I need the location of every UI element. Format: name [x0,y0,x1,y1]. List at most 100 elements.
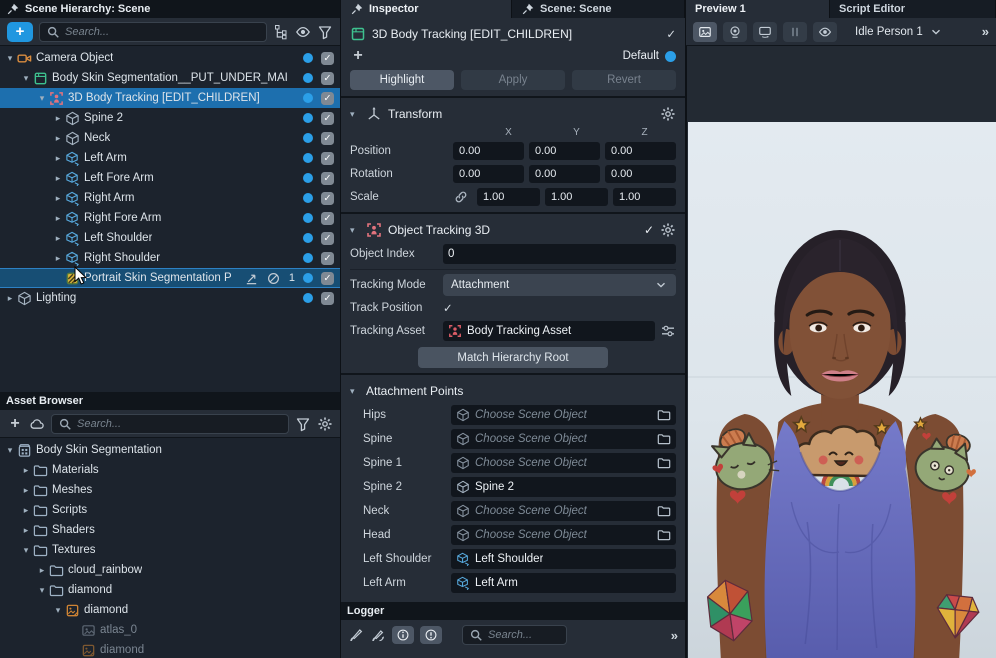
prefab-variant-dot[interactable] [665,51,676,62]
warning-filter-button[interactable] [420,626,442,644]
scene-object-field[interactable]: Choose Scene Object [451,405,676,425]
enabled-checkbox[interactable] [321,172,334,185]
add-component-button[interactable]: + [350,48,366,64]
expand-chevron[interactable]: ▾ [52,605,64,616]
logger-expand-icon[interactable]: » [671,628,678,643]
track-position-checkbox[interactable] [443,301,453,315]
expand-chevron[interactable]: ▸ [52,233,64,244]
gear-icon[interactable] [660,106,676,122]
expand-chevron[interactable]: ▸ [20,525,32,536]
add-asset-button[interactable]: + [7,416,23,432]
value-x-input[interactable]: 0.00 [453,165,524,183]
broom-play-icon[interactable] [370,627,386,643]
render-layer-dot[interactable] [303,233,313,243]
scene-object-field[interactable]: Left Arm [451,573,676,593]
value-z-input[interactable]: 0.00 [605,165,676,183]
enabled-checkbox[interactable] [321,52,334,65]
enabled-checkbox[interactable] [321,112,334,125]
value-z-input[interactable]: 1.00 [613,188,676,206]
folder-small-icon[interactable] [657,504,671,518]
value-y-input[interactable]: 0.00 [529,165,600,183]
tree-icon[interactable] [273,24,289,40]
screen-transform-icon[interactable] [244,271,259,286]
hierarchy-row[interactable]: Portrait Skin Segmentation P 1 [0,268,340,288]
expand-chevron[interactable]: ▸ [20,505,32,516]
object-tracking-section-header[interactable]: ▾ Object Tracking 3D [350,218,676,242]
asset-search-input[interactable]: Search... [51,414,289,434]
render-layer-dot[interactable] [303,73,313,83]
hierarchy-row[interactable]: ▸ Right Fore Arm [0,208,340,228]
value-x-input[interactable]: 1.00 [477,188,540,206]
preview-expand-icon[interactable]: » [982,24,989,39]
expand-chevron[interactable]: ▾ [20,73,32,84]
asset-row[interactable]: atlas_0 [0,620,340,640]
asset-row[interactable]: ▸ Shaders [0,520,340,540]
attachment-points-header[interactable]: ▾ Attachment Points [350,379,676,403]
render-layer-dot[interactable] [303,293,313,303]
broom-icon[interactable] [348,627,364,643]
match-hierarchy-root-button[interactable]: Match Hierarchy Root [418,347,608,368]
enabled-checkbox[interactable] [321,152,334,165]
asset-row[interactable]: ▸ Materials [0,460,340,480]
render-layer-dot[interactable] [303,53,313,63]
render-layer-dot[interactable] [303,273,313,283]
expand-chevron[interactable]: ▸ [4,293,16,304]
render-layer-dot[interactable] [303,213,313,223]
tune-icon[interactable] [660,323,676,339]
value-y-input[interactable]: 0.00 [529,142,600,160]
add-object-button[interactable]: + [7,22,33,42]
filter-icon[interactable] [317,24,333,40]
image-mode-button[interactable] [693,22,717,42]
pause-button[interactable] [783,22,807,42]
hierarchy-row[interactable]: ▾ Body Skin Segmentation__PUT_UNDER_MAI [0,68,340,88]
render-layer-dot[interactable] [303,113,313,123]
hierarchy-row[interactable]: ▸ Neck [0,128,340,148]
object-enabled-checkbox[interactable] [666,27,676,41]
webcam-mode-button[interactable] [723,22,747,42]
asset-row[interactable]: ▾ diamond [0,600,340,620]
hierarchy-row[interactable]: ▾ Camera Object [0,48,340,68]
value-y-input[interactable]: 1.00 [545,188,608,206]
expand-chevron[interactable]: ▸ [52,253,64,264]
gear-icon[interactable] [317,416,333,432]
hierarchy-row[interactable]: ▸ Lighting [0,288,340,308]
pin-icon[interactable] [521,2,535,16]
enabled-checkbox[interactable] [321,292,334,305]
scene-object-field[interactable]: Choose Scene Object [451,501,676,521]
object-index-input[interactable]: 0 [443,244,676,264]
asset-row[interactable]: diamond [0,640,340,658]
hierarchy-row[interactable]: ▸ Left Fore Arm [0,168,340,188]
tab-script-editor[interactable]: Script Editor [830,0,996,18]
folder-small-icon[interactable] [657,528,671,542]
hierarchy-row[interactable]: ▸ Left Shoulder [0,228,340,248]
expand-chevron[interactable]: ▾ [4,53,16,64]
folder-small-icon[interactable] [657,432,671,446]
value-z-input[interactable]: 0.00 [605,142,676,160]
hierarchy-search-input[interactable]: Search... [39,22,267,42]
asset-row[interactable]: ▸ Meshes [0,480,340,500]
expand-chevron[interactable]: ▾ [4,445,16,456]
link-icon[interactable] [453,189,472,205]
expand-chevron[interactable]: ▸ [52,193,64,204]
render-layer-dot[interactable] [303,153,313,163]
revert-button[interactable]: Revert [572,70,676,90]
tracking-asset-field[interactable]: Body Tracking Asset [443,321,655,341]
enabled-checkbox[interactable] [321,212,334,225]
hierarchy-row[interactable]: ▸ Right Arm [0,188,340,208]
asset-row[interactable]: ▾ Body Skin Segmentation [0,440,340,460]
filter-icon[interactable] [295,416,311,432]
expand-chevron[interactable]: ▸ [52,213,64,224]
hierarchy-row[interactable]: ▸ Spine 2 [0,108,340,128]
folder-small-icon[interactable] [657,408,671,422]
expand-chevron[interactable]: ▾ [20,545,32,556]
cloud-icon[interactable] [29,416,45,432]
preview-viewport[interactable] [686,46,996,658]
expand-chevron[interactable]: ▸ [20,465,32,476]
tracking-mode-select[interactable]: Attachment [443,274,676,296]
scene-object-field[interactable]: Choose Scene Object [451,429,676,449]
asset-row[interactable]: ▸ Scripts [0,500,340,520]
pin-icon[interactable] [6,2,20,16]
pin-icon[interactable] [350,2,364,16]
scene-object-field[interactable]: Left Shoulder [451,549,676,569]
expand-chevron[interactable]: ▸ [36,565,48,576]
